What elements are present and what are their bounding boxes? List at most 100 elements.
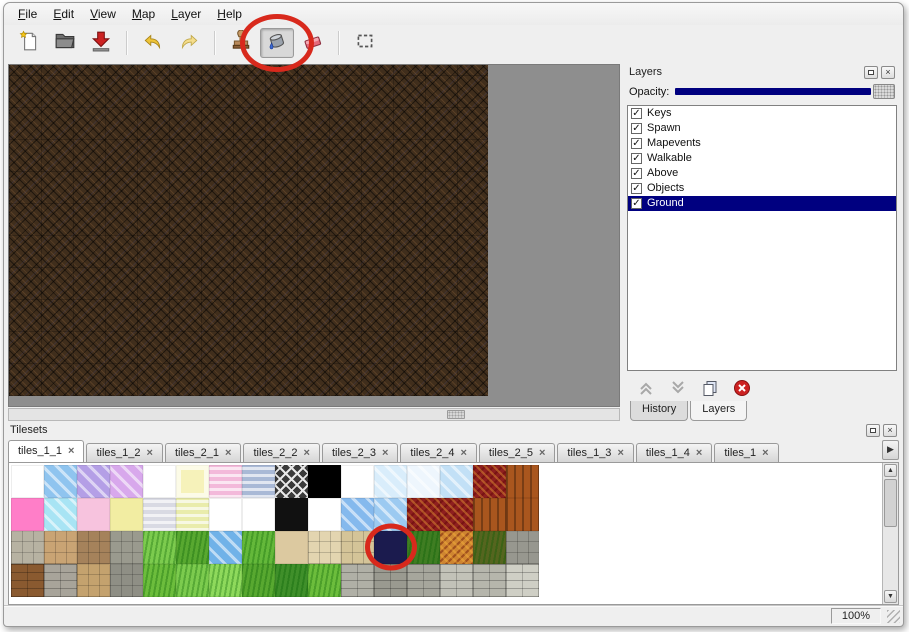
palette-tile[interactable]	[143, 498, 176, 531]
menu-file[interactable]: File	[10, 5, 45, 23]
tab-close-icon[interactable]: ×	[696, 447, 702, 459]
palette-tile[interactable]	[11, 564, 44, 597]
palette-tile-dark-blue[interactable]	[374, 531, 407, 564]
scroll-up-icon[interactable]: ▲	[884, 464, 897, 477]
palette-tile[interactable]	[407, 498, 440, 531]
palette-tile[interactable]	[473, 531, 506, 564]
tileset-tab-tiles_1[interactable]: tiles_1×	[714, 443, 778, 462]
palette-tile[interactable]	[275, 531, 308, 564]
tab-close-icon[interactable]: ×	[225, 447, 231, 459]
palette-tile[interactable]	[44, 465, 77, 498]
palette-tile[interactable]	[341, 498, 374, 531]
menu-map[interactable]: Map	[124, 5, 163, 23]
layer-row-above[interactable]: ✓Above	[628, 166, 896, 181]
palette-tile[interactable]	[44, 498, 77, 531]
palette-tile[interactable]	[275, 465, 308, 498]
layer-row-keys[interactable]: ✓Keys	[628, 106, 896, 121]
palette-tile[interactable]	[143, 531, 176, 564]
palette-tile[interactable]	[143, 564, 176, 597]
palette-tile[interactable]	[242, 531, 275, 564]
palette-tile[interactable]	[44, 531, 77, 564]
palette-tile[interactable]	[110, 564, 143, 597]
duplicate-layer-button[interactable]	[699, 377, 721, 399]
tileset-tab-tiles_1_3[interactable]: tiles_1_3×	[557, 443, 633, 462]
palette-tile[interactable]	[176, 564, 209, 597]
map-canvas[interactable]	[9, 65, 488, 396]
redo-button[interactable]	[172, 28, 206, 58]
tab-close-icon[interactable]: ×	[304, 447, 310, 459]
palette-tile[interactable]	[176, 498, 209, 531]
float-panel-icon[interactable]	[866, 424, 880, 437]
layer-row-mapevents[interactable]: ✓Mapevents	[628, 136, 896, 151]
palette-tile[interactable]	[506, 498, 539, 531]
palette-tile[interactable]	[275, 498, 308, 531]
raise-layer-button[interactable]	[635, 377, 657, 399]
palette-tile[interactable]	[506, 564, 539, 597]
float-panel-icon[interactable]	[864, 66, 878, 79]
tab-close-icon[interactable]: ×	[539, 447, 545, 459]
palette-tile[interactable]	[308, 498, 341, 531]
tileset-tab-tiles_2_2[interactable]: tiles_2_2×	[243, 443, 319, 462]
palette-tile[interactable]	[341, 465, 374, 498]
palette-tile[interactable]	[110, 498, 143, 531]
palette-tile[interactable]	[11, 465, 44, 498]
tab-close-icon[interactable]: ×	[762, 447, 768, 459]
palette-tile[interactable]	[77, 498, 110, 531]
tab-layers[interactable]: Layers	[690, 401, 747, 421]
layer-visibility-checkbox[interactable]: ✓	[631, 138, 642, 149]
layer-visibility-checkbox[interactable]: ✓	[631, 168, 642, 179]
palette-tile[interactable]	[374, 465, 407, 498]
scroll-down-icon[interactable]: ▼	[884, 590, 897, 603]
tab-close-icon[interactable]: ×	[617, 447, 623, 459]
select-rect-tool-button[interactable]	[348, 28, 382, 58]
palette-tile[interactable]	[242, 564, 275, 597]
save-button[interactable]	[84, 28, 118, 58]
palette-tile[interactable]	[77, 531, 110, 564]
palette-tile[interactable]	[209, 498, 242, 531]
palette-tile[interactable]	[176, 465, 209, 498]
tileset-tab-tiles_2_1[interactable]: tiles_2_1×	[165, 443, 241, 462]
palette-tile[interactable]	[209, 564, 242, 597]
open-button[interactable]	[48, 28, 82, 58]
tab-close-icon[interactable]: ×	[68, 445, 74, 457]
menu-edit[interactable]: Edit	[45, 5, 82, 23]
palette-tile[interactable]	[374, 498, 407, 531]
layer-row-ground[interactable]: ✓Ground	[628, 196, 896, 211]
palette-tile[interactable]	[110, 465, 143, 498]
fill-tool-button[interactable]	[260, 28, 294, 58]
palette-tile[interactable]	[473, 465, 506, 498]
menu-layer[interactable]: Layer	[163, 5, 209, 23]
tab-close-icon[interactable]: ×	[382, 447, 388, 459]
close-panel-icon[interactable]: ×	[883, 424, 897, 437]
palette-tile[interactable]	[308, 531, 341, 564]
palette-vertical-scrollbar[interactable]: ▲ ▼	[882, 463, 898, 604]
stamp-tool-button[interactable]	[224, 28, 258, 58]
palette-tile[interactable]	[341, 531, 374, 564]
palette-tile[interactable]	[407, 531, 440, 564]
palette-tile[interactable]	[473, 498, 506, 531]
layer-visibility-checkbox[interactable]: ✓	[631, 108, 642, 119]
palette-tile[interactable]	[308, 465, 341, 498]
layer-row-spawn[interactable]: ✓Spawn	[628, 121, 896, 136]
palette-tile[interactable]	[308, 564, 341, 597]
palette-tile[interactable]	[440, 465, 473, 498]
opacity-slider[interactable]	[675, 84, 895, 99]
palette-tile[interactable]	[473, 564, 506, 597]
palette-tile[interactable]	[143, 465, 176, 498]
tileset-tab-tiles_1_4[interactable]: tiles_1_4×	[636, 443, 712, 462]
tileset-tab-tiles_2_3[interactable]: tiles_2_3×	[322, 443, 398, 462]
palette-tile[interactable]	[176, 531, 209, 564]
layer-visibility-checkbox[interactable]: ✓	[631, 183, 642, 194]
map-horizontal-scrollbar[interactable]	[8, 408, 620, 421]
tab-scroll-right-icon[interactable]: ▶	[882, 440, 899, 460]
scrollbar-thumb[interactable]	[884, 479, 897, 527]
eraser-tool-button[interactable]	[296, 28, 330, 58]
tab-close-icon[interactable]: ×	[147, 447, 153, 459]
palette-tile[interactable]	[341, 564, 374, 597]
palette-tile[interactable]	[440, 498, 473, 531]
tileset-tab-tiles_2_4[interactable]: tiles_2_4×	[400, 443, 476, 462]
close-panel-icon[interactable]: ×	[881, 66, 895, 79]
palette-tile[interactable]	[275, 564, 308, 597]
menu-view[interactable]: View	[82, 5, 124, 23]
tileset-tab-tiles_2_5[interactable]: tiles_2_5×	[479, 443, 555, 462]
